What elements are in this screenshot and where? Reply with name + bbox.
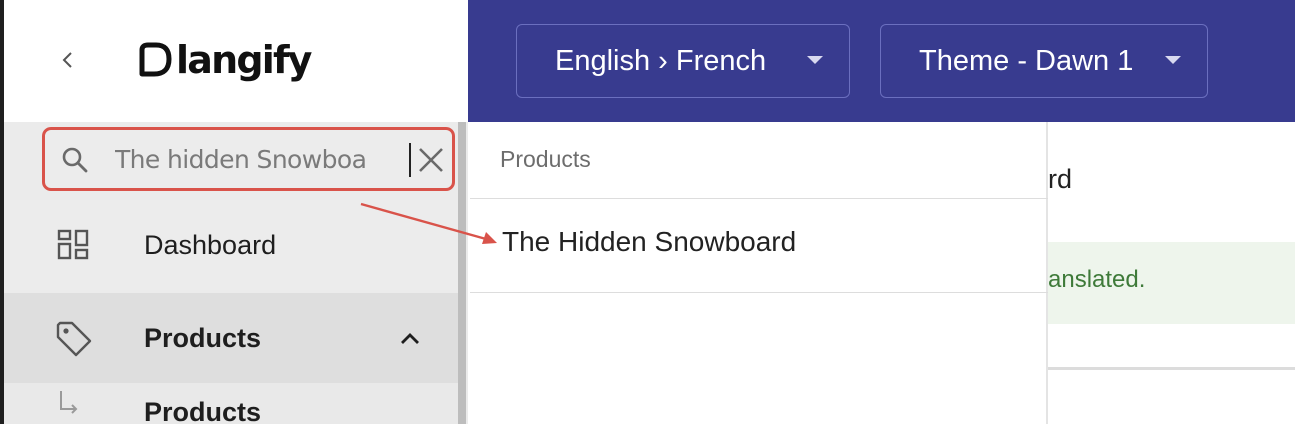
search-result-item[interactable]: The Hidden Snowboard [470,199,1046,292]
search-box [42,127,455,191]
product-title-partial: rd [1048,164,1073,194]
search-results-panel: Products The Hidden Snowboard [470,122,1048,424]
status-banner: anslated. [1048,242,1295,324]
langify-app: langify Dashboard [0,0,1295,424]
main-content: rd anslated. [1048,122,1295,424]
chevron-left-icon[interactable] [56,48,80,72]
close-icon[interactable] [415,144,447,176]
sidebar-subitem-products[interactable]: Products [4,383,458,424]
langify-logo-icon [139,42,172,77]
top-bar: English › French Theme - Dawn 1 [468,0,1295,122]
sub-arrow-icon [60,391,78,414]
language-selector[interactable]: English › French [516,24,850,98]
search-icon [62,147,88,173]
sidebar-item-products[interactable]: Products [4,293,458,383]
tag-icon [56,321,92,357]
sidebar-item-label: Dashboard [144,230,277,260]
divider [470,292,1048,293]
caret-down-icon [807,56,823,64]
search-input[interactable] [115,140,413,178]
sidebar-item-dashboard[interactable]: Dashboard [4,200,458,290]
search-result-label: The Hidden Snowboard [502,226,797,257]
status-banner-text: anslated. [1048,266,1146,293]
theme-selector-label: Theme - Dawn 1 [919,44,1134,77]
sidebar-header: langify [4,0,468,122]
text-caret [409,143,411,177]
caret-down-icon [1165,56,1181,64]
app-logo: langify [134,28,312,92]
sidebar-item-label: Products [144,323,262,353]
sidebar-scrollbar[interactable] [458,122,466,424]
logo-text: langify [176,38,312,82]
dashboard-grid-icon [57,229,89,260]
theme-selector[interactable]: Theme - Dawn 1 [880,24,1208,98]
sidebar: langify Dashboard [4,0,468,424]
language-selector-label: English › French [555,44,767,77]
divider [1048,367,1295,370]
chevron-up-icon[interactable] [398,327,422,351]
results-heading: Products [500,146,591,172]
sidebar-item-label: Products [144,397,262,424]
